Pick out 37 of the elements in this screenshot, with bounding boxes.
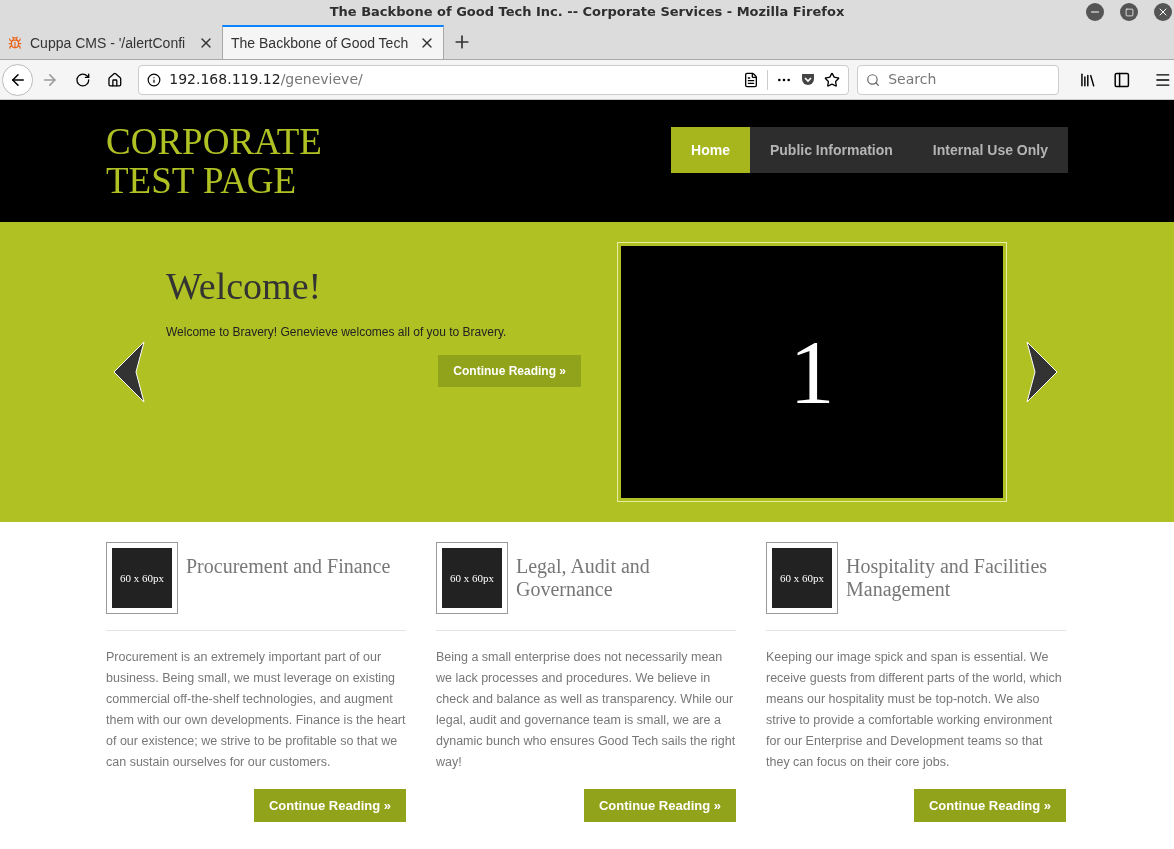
- close-icon[interactable]: [1154, 3, 1172, 21]
- slide-text: Welcome to Bravery! Genevieve welcomes all of you to Bravery.: [166, 324, 508, 341]
- site-logo: CORPORATE TEST PAGE: [106, 122, 322, 203]
- minimize-icon[interactable]: [1086, 3, 1104, 21]
- thumbnail-label: 60 x 60px: [450, 570, 494, 586]
- tab-title: Cuppa CMS - '/alertConfi: [30, 33, 187, 53]
- card-text: Keeping our image spick and span is essential. We receive guests from different parts of the world, which means our hospitality must be top-notch. We also strive to provide a comfortable working environment for our Enterprise and Development teams so that they can focus on their core jobs.: [766, 649, 1063, 771]
- reader-view-icon[interactable]: [743, 71, 760, 88]
- card-text: Procurement is an extremely important part of our business. Being small, we must leverage on existing commercial off-the-shelf technologies, and augment them with our own developments. Finance is the heart of our existence; we strive to be profitable so that we can sustain ourselves for our customers.: [106, 649, 406, 771]
- address-field[interactable]: 192.168.119.12/genevieve/: [138, 64, 850, 95]
- card-title: Procurement and Finance: [186, 555, 391, 579]
- bug-icon: [8, 36, 22, 50]
- maximize-icon[interactable]: [1120, 3, 1138, 21]
- url-text: 192.168.119.12/genevieve/: [169, 70, 364, 89]
- card-title: Legal, Audit and Governance: [516, 555, 651, 602]
- home-icon[interactable]: [106, 71, 123, 88]
- slide-number: 1: [789, 321, 835, 424]
- thumbnail-label: 60 x 60px: [780, 570, 824, 586]
- sidebar-icon[interactable]: [1112, 70, 1131, 89]
- thumbnail-label: 60 x 60px: [120, 570, 164, 586]
- info-icon: [147, 72, 162, 87]
- nav-link[interactable]: Internal Use Only: [912, 127, 1068, 173]
- tab-title: The Backbone of Good Tech: [231, 33, 410, 53]
- card-title: Hospitality and Facilities Management: [846, 555, 1049, 603]
- card-text: Being a small enterprise does not necessarily mean we lack processes and procedures. We believe in check and balance as well as transparency. While our legal, audit and governance team is small, we are a dynamic bunch who ensures Good Tech sails the right way!: [436, 649, 736, 771]
- bookmark-star-icon[interactable]: [824, 71, 841, 88]
- reload-icon[interactable]: [74, 71, 91, 88]
- browser-tab[interactable]: The Backbone of Good Tech: [222, 25, 444, 59]
- search-input[interactable]: Search: [888, 69, 1051, 90]
- back-button[interactable]: [2, 63, 34, 96]
- browser-tab[interactable]: Cuppa CMS - '/alertConfi: [0, 27, 222, 59]
- search-icon: [866, 71, 881, 88]
- nav-link[interactable]: Public Information: [749, 127, 913, 173]
- slide-heading: Welcome!: [166, 264, 323, 309]
- search-field[interactable]: Search: [857, 64, 1060, 95]
- pocket-icon[interactable]: [800, 71, 817, 88]
- window-title: The Backbone of Good Tech Inc. -- Corporate Services - Mozilla Firefox: [329, 3, 845, 22]
